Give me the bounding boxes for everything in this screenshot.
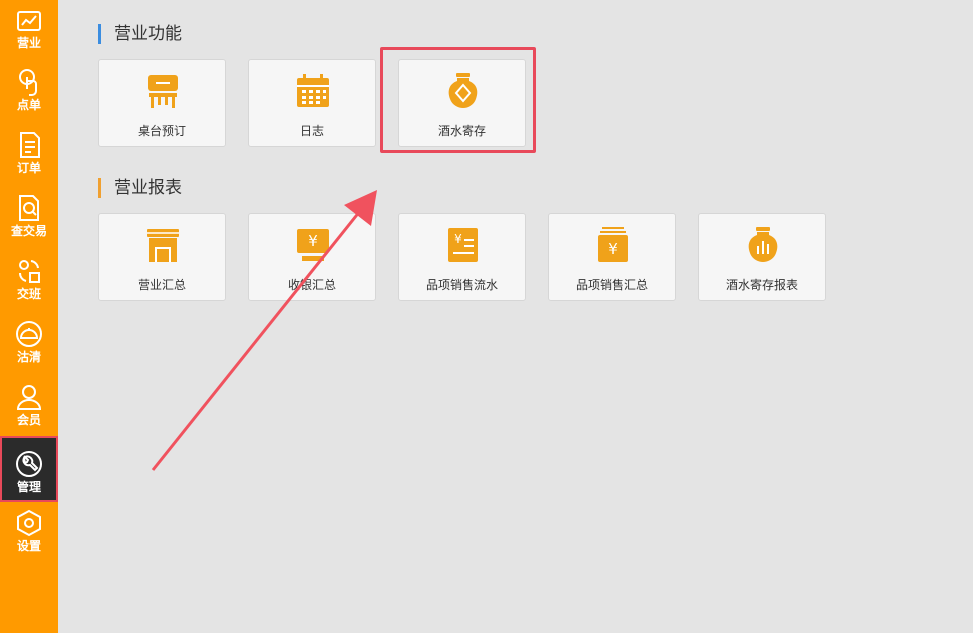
annotation-arrow [151, 190, 377, 471]
